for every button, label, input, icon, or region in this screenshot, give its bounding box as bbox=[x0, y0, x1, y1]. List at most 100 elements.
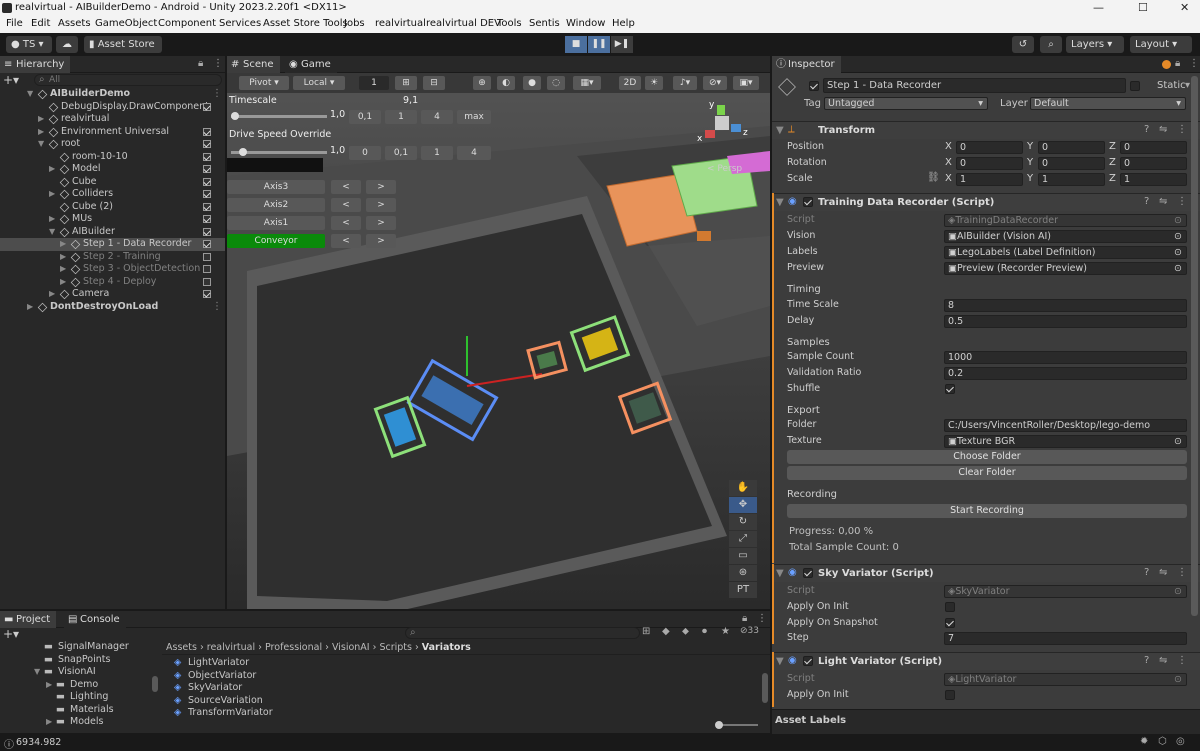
transform-tool-icon[interactable]: ⊛ bbox=[729, 565, 757, 581]
menu-help[interactable]: Help bbox=[612, 18, 635, 29]
tab-console[interactable]: ▤ Console bbox=[64, 611, 126, 628]
drive-0-button[interactable]: 0 bbox=[349, 146, 381, 160]
hierarchy-item[interactable]: room-10-10 bbox=[0, 151, 225, 164]
orientation-gizmo[interactable]: y z x bbox=[697, 100, 757, 160]
play-button[interactable]: ■ bbox=[565, 36, 587, 53]
menu-jobs[interactable]: Jobs bbox=[344, 18, 365, 29]
persp-label[interactable]: < Persp bbox=[707, 164, 742, 174]
layer-dropdown[interactable]: Default ▾ bbox=[1030, 97, 1186, 110]
expanded-arrow-icon[interactable]: ▼ bbox=[49, 226, 55, 238]
preset-icon[interactable]: ⇋ bbox=[1159, 567, 1167, 578]
link-icon[interactable]: ⛓ bbox=[927, 172, 940, 183]
hierarchy-item[interactable]: ▼ AIBuilderDemo ⋮ bbox=[0, 88, 225, 101]
static-checkbox[interactable] bbox=[1130, 81, 1140, 91]
folder-input[interactable]: C:/Users/VincentRoller/Desktop/lego-demo bbox=[944, 419, 1187, 432]
active-toggle[interactable] bbox=[203, 277, 211, 286]
collapsed-arrow-icon[interactable]: ▶ bbox=[38, 126, 44, 138]
scale-z-input[interactable]: 1 bbox=[1120, 173, 1187, 186]
project-folder[interactable]: ▬ SignalManager bbox=[0, 641, 150, 654]
conveyor-plus-button[interactable]: > bbox=[366, 234, 396, 248]
hierarchy-item[interactable]: Cube bbox=[0, 176, 225, 189]
move-tool-icon[interactable]: ✥ bbox=[729, 497, 757, 513]
hierarchy-item[interactable]: Cube (2) bbox=[0, 201, 225, 214]
breadcrumb-item[interactable]: Scripts bbox=[379, 642, 412, 653]
more-icon[interactable]: ⋮ bbox=[1177, 196, 1187, 207]
tab-scene[interactable]: # Scene bbox=[227, 56, 280, 73]
active-toggle[interactable] bbox=[203, 240, 211, 248]
menu-file[interactable]: File bbox=[6, 18, 23, 29]
conveyor-minus-button[interactable]: < bbox=[331, 234, 361, 248]
position-z-input[interactable]: 0 bbox=[1120, 141, 1187, 154]
breadcrumb-item[interactable]: Variators bbox=[422, 642, 471, 653]
collapsed-arrow-icon[interactable]: ▶ bbox=[60, 263, 66, 275]
target-icon[interactable]: ⊙ bbox=[1174, 231, 1182, 242]
tab-game[interactable]: ◉ Game bbox=[285, 56, 337, 73]
collapsed-arrow-icon[interactable]: ▶ bbox=[60, 276, 66, 288]
folder-arrow-icon[interactable]: ▶ bbox=[46, 679, 52, 691]
star-icon[interactable]: ★ bbox=[721, 626, 730, 637]
breadcrumb-item[interactable]: VisionAI bbox=[332, 642, 370, 653]
menu-realvirtual[interactable]: realvirtual bbox=[375, 18, 426, 29]
light-variator-section-header[interactable]: ▼ ◉ Light Variator (Script) ? ⇋ ⋮ bbox=[772, 652, 1200, 670]
tab-hierarchy[interactable]: ≡ Hierarchy bbox=[0, 56, 71, 73]
project-file[interactable]: ◈ ObjectVariator bbox=[172, 670, 472, 683]
tree-scrollbar[interactable] bbox=[152, 676, 158, 692]
hierarchy-item[interactable]: ▶ Step 3 - ObjectDetection bbox=[0, 263, 225, 276]
file-scrollbar[interactable] bbox=[762, 673, 768, 703]
help-icon[interactable]: ? bbox=[1144, 567, 1149, 578]
grid-size-input[interactable]: 1 bbox=[359, 76, 389, 90]
texture-field[interactable]: ▣Texture BGR ⊙ bbox=[944, 435, 1187, 448]
step-button[interactable]: ▶❚ bbox=[611, 36, 633, 53]
more-icon[interactable]: ⋮ bbox=[1189, 58, 1199, 69]
add-icon[interactable]: +▾ bbox=[3, 73, 19, 87]
help-icon[interactable]: ? bbox=[1144, 655, 1149, 666]
rect-tool-icon[interactable]: ▭ bbox=[729, 548, 757, 564]
notification-icon[interactable] bbox=[1162, 60, 1171, 69]
project-folder[interactable]: ▬ Materials bbox=[0, 704, 150, 717]
warning-icon[interactable]: ⏺ bbox=[702, 626, 707, 637]
help-icon[interactable]: ? bbox=[1144, 124, 1149, 135]
mode-2d-button[interactable]: 2D bbox=[619, 76, 641, 90]
collapsed-arrow-icon[interactable]: ▶ bbox=[49, 213, 55, 225]
target-icon[interactable]: ⊙ bbox=[1174, 674, 1182, 685]
start-recording-button[interactable]: Start Recording bbox=[787, 504, 1187, 518]
hierarchy-item[interactable]: ▶ Step 2 - Training bbox=[0, 251, 225, 264]
scale-tool-icon[interactable]: ⤢ bbox=[729, 531, 757, 547]
collapsed-arrow-icon[interactable]: ▶ bbox=[49, 288, 55, 300]
clear-folder-button[interactable]: Clear Folder bbox=[787, 466, 1187, 480]
hand-tool-icon[interactable]: ✋ bbox=[729, 480, 757, 496]
validation-ratio-input[interactable]: 0.2 bbox=[944, 367, 1187, 380]
hierarchy-item[interactable]: ▶ MUs bbox=[0, 213, 225, 226]
cloud-icon[interactable]: ☁ bbox=[56, 36, 78, 53]
drive-speed-slider-thumb[interactable] bbox=[239, 148, 247, 156]
preset-icon[interactable]: ⇋ bbox=[1159, 124, 1167, 135]
folder-arrow-icon[interactable]: ▼ bbox=[34, 666, 40, 678]
icon-size-slider[interactable] bbox=[715, 721, 758, 729]
local-dropdown[interactable]: Local ▾ bbox=[293, 76, 345, 90]
target-icon[interactable]: ⊙ bbox=[1174, 263, 1182, 274]
more-icon[interactable]: ⋮ bbox=[212, 88, 222, 100]
axis3-minus-button[interactable]: < bbox=[331, 180, 361, 194]
target-icon[interactable]: ⊙ bbox=[1174, 215, 1182, 226]
wire-icon[interactable]: ◌ bbox=[547, 76, 565, 90]
camera-icon[interactable]: ▣▾ bbox=[733, 76, 759, 90]
menu-services[interactable]: Services bbox=[219, 18, 261, 29]
search-icon[interactable]: ⌕ bbox=[1040, 36, 1062, 53]
hierarchy-item[interactable]: ▶ Step 4 - Deploy bbox=[0, 276, 225, 289]
close-icon[interactable]: ✕ bbox=[1180, 1, 1189, 14]
sky-step-input[interactable]: 7 bbox=[944, 632, 1187, 645]
preview-field[interactable]: ▣Preview (Recorder Preview) ⊙ bbox=[944, 262, 1187, 275]
active-toggle[interactable] bbox=[203, 152, 211, 161]
time-scale-input[interactable]: 8 bbox=[944, 299, 1187, 312]
tag-dropdown[interactable]: Untagged ▾ bbox=[824, 97, 988, 110]
menu-edit[interactable]: Edit bbox=[31, 18, 50, 29]
hierarchy-item[interactable]: ▶ Environment Universal bbox=[0, 126, 225, 139]
minimize-icon[interactable]: — bbox=[1093, 1, 1104, 14]
progress-icon[interactable]: ⬡ bbox=[1158, 736, 1167, 747]
rotation-y-input[interactable]: 0 bbox=[1038, 157, 1105, 170]
lock-icon[interactable]: 🔒︎ bbox=[742, 613, 747, 624]
timescale-1-button[interactable]: 1 bbox=[385, 110, 417, 124]
tab-project[interactable]: ▬ Project bbox=[0, 611, 57, 628]
axis2-minus-button[interactable]: < bbox=[331, 198, 361, 212]
sky-apply-init-checkbox[interactable] bbox=[945, 602, 955, 612]
